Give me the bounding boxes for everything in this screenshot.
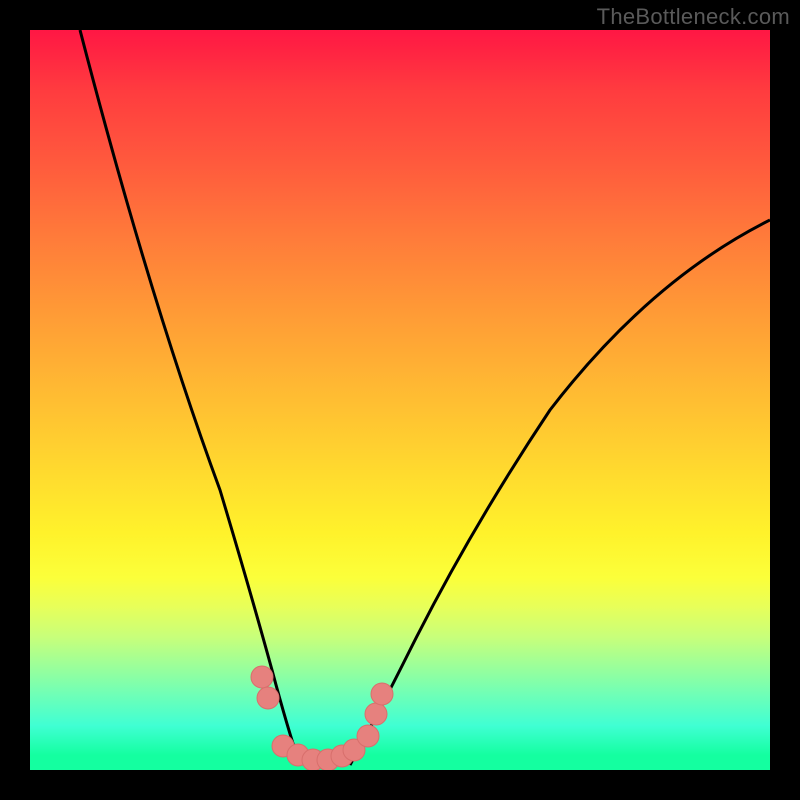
chart-svg <box>30 30 770 770</box>
highlight-dots <box>251 666 393 770</box>
right-curve <box>350 220 770 765</box>
chart-frame: TheBottleneck.com <box>0 0 800 800</box>
watermark-text: TheBottleneck.com <box>597 4 790 30</box>
left-curve <box>80 30 300 765</box>
plot-area <box>30 30 770 770</box>
